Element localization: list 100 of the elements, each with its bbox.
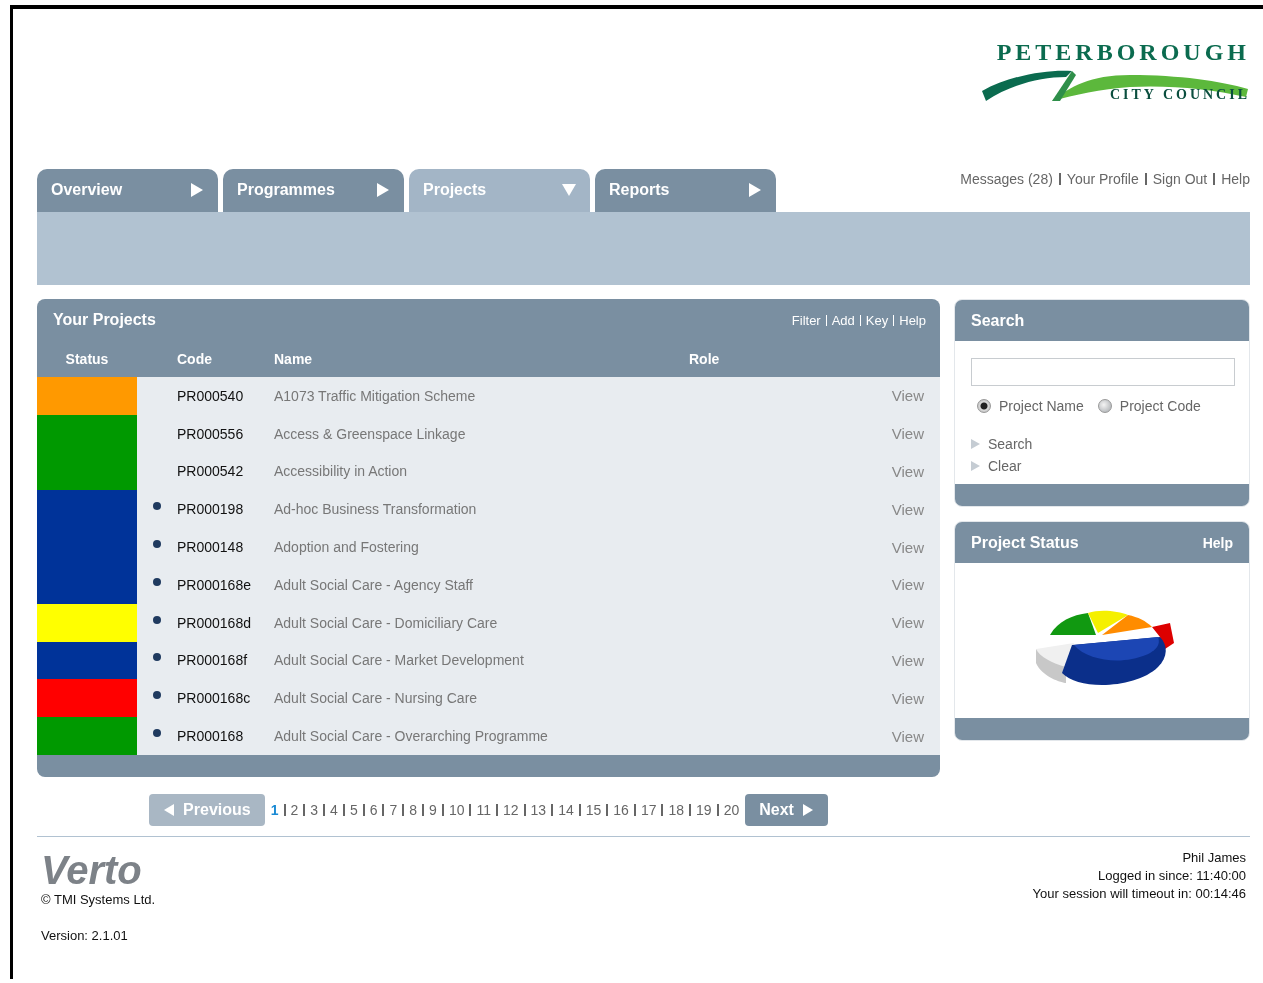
- view-link[interactable]: View: [891, 500, 924, 518]
- project-code: PR000168: [177, 728, 245, 745]
- radio-button[interactable]: [977, 399, 991, 413]
- left-triangle-icon: [163, 803, 176, 816]
- logo-subtitle: CITY COUNCIL: [1109, 87, 1250, 103]
- project-code: PR000540: [177, 387, 245, 404]
- project-row[interactable]: PR000168 Adult Social Care - Overarching Programme View: [37, 717, 940, 755]
- down-triangle-icon: [562, 182, 576, 197]
- page-link[interactable]: 20: [723, 801, 740, 818]
- page-link[interactable]: 10: [448, 801, 465, 818]
- panel-title: Project Status: [971, 533, 1079, 552]
- view-link[interactable]: View: [891, 463, 924, 480]
- pie-slice: [1088, 610, 1128, 633]
- nav-tab[interactable]: Overview: [37, 169, 218, 212]
- project-name: Accessibility in Action: [274, 463, 409, 480]
- project-row[interactable]: PR000556 Access & Greenspace Linkage View: [37, 414, 940, 453]
- page-link[interactable]: 5: [349, 801, 358, 818]
- project-row[interactable]: PR000148 Adoption and Fostering View: [37, 528, 940, 566]
- nav-tab[interactable]: Reports: [595, 169, 776, 212]
- header-link[interactable]: Help: [1221, 171, 1250, 187]
- panel-title: Search: [971, 311, 1025, 330]
- search-action-link[interactable]: Clear: [988, 458, 1022, 474]
- panel-title: Your Projects: [53, 311, 156, 329]
- right-triangle-icon: [748, 182, 762, 197]
- page-link[interactable]: 6: [369, 801, 378, 818]
- project-code: PR000168c: [177, 690, 252, 707]
- project-name: Adoption and Fostering: [274, 539, 420, 556]
- next-button[interactable]: Next: [745, 793, 828, 826]
- view-link[interactable]: View: [891, 576, 924, 594]
- project-name: Adult Social Care - Overarching Programme: [274, 728, 549, 745]
- right-triangle-icon: [376, 182, 390, 197]
- page-link[interactable]: 17: [640, 801, 657, 818]
- version-text: Version: 2.1.01: [41, 926, 129, 945]
- project-code: PR000168f: [177, 652, 249, 669]
- panel-action-link[interactable]: Filter: [791, 312, 821, 328]
- right-triangle-icon: [190, 182, 204, 197]
- project-row[interactable]: PR000198 Ad-hoc Business Transformation View: [37, 490, 940, 529]
- project-row[interactable]: PR000542 Accessibility in Action View: [37, 452, 940, 491]
- page-link[interactable]: 1: [270, 801, 279, 818]
- search-field[interactable]: [971, 358, 1235, 386]
- column-header: Status: [64, 351, 110, 367]
- page-link[interactable]: 3: [310, 801, 319, 818]
- logo-title: PETERBOROUGH: [996, 39, 1250, 65]
- page-link[interactable]: 18: [668, 801, 685, 818]
- right-triangle-icon: [971, 439, 980, 449]
- panel-action-link[interactable]: Add: [831, 312, 855, 328]
- panel-action-link[interactable]: Key: [865, 312, 889, 328]
- page-link[interactable]: 8: [409, 801, 418, 818]
- view-link[interactable]: View: [891, 689, 924, 707]
- project-code: PR000556: [177, 425, 245, 442]
- column-header: Name: [274, 351, 314, 367]
- session-timeout: Your session will timeout in: 00:14:46: [1032, 884, 1246, 903]
- page-link[interactable]: 2: [290, 801, 299, 818]
- page-link[interactable]: 11: [476, 801, 491, 818]
- project-name: Adult Social Care - Domiciliary Care: [274, 614, 499, 631]
- page-link[interactable]: 16: [613, 801, 629, 818]
- project-name: Adult Social Care - Nursing Care: [274, 690, 479, 707]
- project-code: PR000168e: [177, 576, 252, 593]
- project-code: PR000168d: [177, 614, 252, 631]
- view-link[interactable]: View: [891, 538, 924, 556]
- view-link[interactable]: View: [891, 425, 924, 443]
- radio-label: Project Code: [1119, 398, 1201, 414]
- column-header: Code: [177, 351, 213, 367]
- header-link[interactable]: Your Profile: [1066, 171, 1139, 187]
- radio-label: Project Name: [999, 398, 1084, 414]
- project-row[interactable]: PR000168f Adult Social Care - Market Development View: [37, 641, 940, 680]
- page-link[interactable]: 7: [389, 801, 398, 818]
- user-name: Phil James: [1181, 848, 1246, 867]
- view-link[interactable]: View: [891, 727, 924, 745]
- search-action-link[interactable]: Search: [988, 436, 1033, 452]
- project-row[interactable]: PR000540 A1073 Traffic Mitigation Scheme View: [37, 377, 940, 415]
- page-link[interactable]: 9: [429, 801, 437, 818]
- view-link[interactable]: View: [891, 614, 924, 632]
- page-link[interactable]: 12: [503, 801, 519, 818]
- page-link[interactable]: 15: [585, 801, 602, 818]
- header-link[interactable]: Messages (28): [960, 171, 1053, 187]
- project-row[interactable]: PR000168e Adult Social Care - Agency Staff View: [37, 566, 940, 604]
- page-link[interactable]: 19: [696, 801, 712, 818]
- login-time: Logged in since: 11:40:00: [1097, 866, 1246, 885]
- page-link[interactable]: 4: [330, 801, 338, 818]
- project-name: Ad-hoc Business Transformation: [274, 501, 478, 518]
- project-row[interactable]: PR000168c Adult Social Care - Nursing Care View: [37, 679, 940, 718]
- page-link[interactable]: 14: [558, 801, 574, 818]
- project-name: Adult Social Care - Market Development: [274, 652, 525, 669]
- nav-tab[interactable]: Programmes: [223, 169, 404, 212]
- project-name: Access & Greenspace Linkage: [274, 425, 467, 442]
- help-link[interactable]: Help: [1202, 534, 1233, 551]
- project-code: PR000198: [177, 501, 245, 518]
- page-link[interactable]: 13: [530, 801, 547, 818]
- copyright-text: © TMI Systems Ltd.: [41, 890, 156, 909]
- project-row[interactable]: PR000168d Adult Social Care - Domiciliary Care View: [37, 603, 940, 642]
- view-link[interactable]: View: [891, 387, 924, 405]
- project-name: Adult Social Care - Agency Staff: [274, 576, 474, 593]
- panel-action-link[interactable]: Help: [899, 312, 926, 328]
- view-link[interactable]: View: [891, 651, 924, 669]
- brand-logo: Verto: [41, 848, 143, 891]
- header-link[interactable]: Sign Out: [1152, 171, 1208, 187]
- right-triangle-icon: [801, 803, 814, 816]
- radio-button[interactable]: [1097, 399, 1112, 413]
- column-header: Role: [689, 351, 721, 367]
